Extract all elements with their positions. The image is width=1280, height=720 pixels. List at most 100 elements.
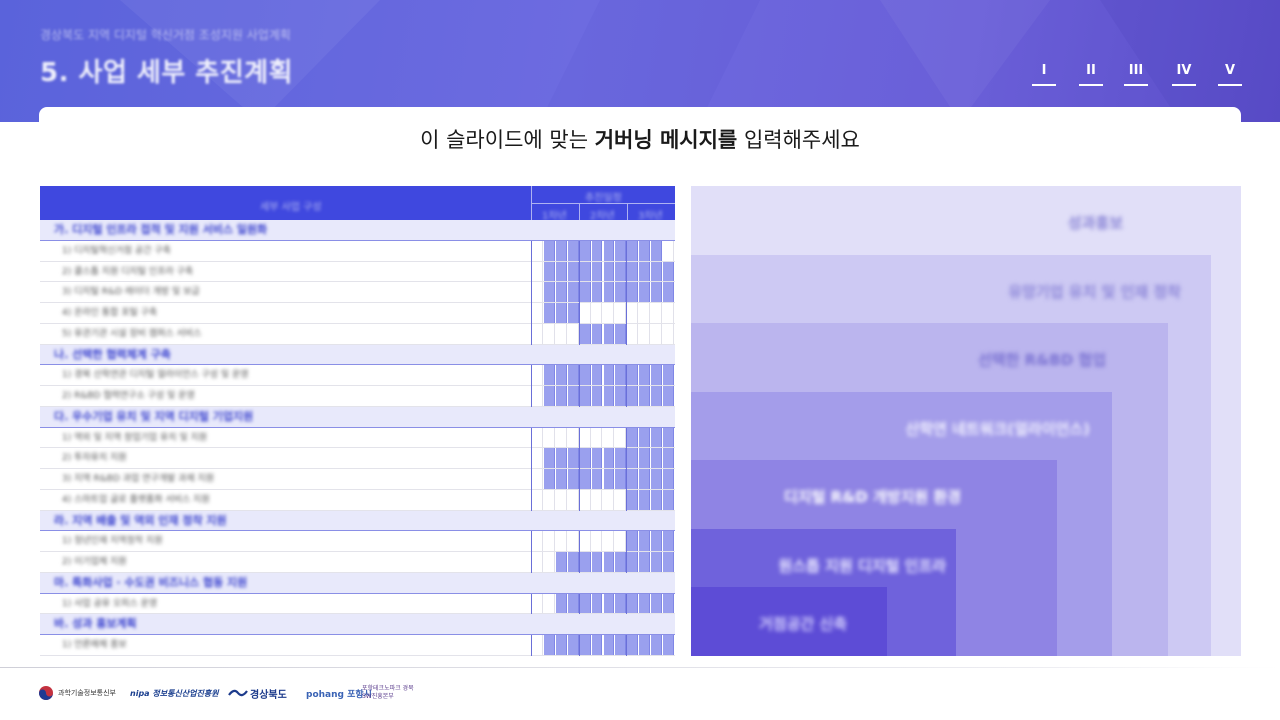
year-divider	[626, 282, 628, 304]
schedule-cell	[532, 323, 543, 344]
schedule-cell-active	[603, 261, 615, 282]
table-category-row: 나. 선택한 협력체계 구축	[40, 344, 675, 366]
schedule-cell-active	[651, 531, 663, 552]
schedule-cell-active	[591, 282, 603, 303]
schedule-cell-active	[663, 261, 674, 282]
table-row: 2) 투자유치 지원	[40, 448, 675, 470]
schedule-cell-active	[567, 240, 579, 261]
schedule-cell-active	[579, 593, 591, 614]
table-category-row: 다. 우수기업 유치 및 지역 디지털 기업지원	[40, 406, 675, 428]
schedule-cell-active	[651, 635, 663, 655]
schedule-cell-active	[651, 469, 663, 489]
schedule-cell	[532, 386, 543, 406]
table-category-row: 가. 디지털 인프라 접적 및 지원 서비스 일원화	[40, 220, 675, 241]
header-divider	[532, 203, 675, 204]
schedule-cell	[615, 489, 627, 510]
category-label: 나. 선택한 협력체계 구축	[54, 347, 171, 361]
schedule-cell-active	[639, 635, 651, 655]
schedule-cell-active	[567, 386, 579, 406]
nav-item-4[interactable]: IV	[1172, 63, 1196, 86]
schedule-cell-active	[579, 448, 591, 469]
schedule-cell	[567, 427, 579, 448]
nav-item-1[interactable]: I	[1032, 63, 1056, 86]
year-divider	[626, 261, 628, 283]
schedule-cell-active	[543, 469, 555, 489]
year-divider	[626, 386, 628, 407]
task-label: 2) 이기업체 지원	[62, 557, 127, 568]
ptp-logo-text: 포항테크노파크 경북SW진흥본부	[362, 685, 414, 700]
schedule-cell-active	[579, 261, 591, 282]
schedule-cell-active	[591, 240, 603, 261]
year-divider	[578, 282, 580, 304]
schedule-cell	[532, 593, 543, 614]
nav-underline	[1079, 84, 1103, 86]
schedule-cell-active	[543, 240, 555, 261]
nav-item-2[interactable]: II	[1079, 63, 1103, 86]
schedule-cell	[567, 531, 579, 552]
header-divider	[579, 203, 580, 220]
schedule-cell	[532, 448, 543, 469]
category-label: 라. 지역 배출 및 역외 인재 정착 지원	[54, 513, 227, 527]
gyeongbuk-logo-text: 경상북도	[250, 689, 287, 701]
governing-message[interactable]: 이 슬라이드에 맞는 거버닝 메시지를 입력해주세요	[0, 124, 1280, 154]
table-row: 1) 청년인재 지역정착 지원	[40, 531, 675, 553]
schedule-cell	[532, 469, 543, 489]
schedule-cell	[555, 531, 567, 552]
nav-item-3-label: III	[1128, 63, 1144, 78]
schedule-cell-active	[567, 282, 579, 303]
schedule-cell-active	[639, 489, 651, 510]
schedule-cell-active	[663, 386, 674, 406]
year-divider	[626, 593, 628, 615]
table-header-left: 세부 사업 구성	[260, 202, 322, 213]
schedule-cell-active	[639, 240, 651, 261]
nav-underline	[1172, 84, 1196, 86]
schedule-cell-active	[639, 427, 651, 448]
schedule-cell-active	[639, 593, 651, 614]
task-label: 3) 디지털 R&D 레이더 개방 및 보급	[62, 287, 200, 298]
schedule-cell-active	[555, 282, 567, 303]
nav-underline	[1218, 84, 1242, 86]
nav-item-2-label: II	[1086, 63, 1096, 78]
schedule-cell-active	[615, 261, 627, 282]
schedule-cell	[591, 531, 603, 552]
schedule-cell-active	[615, 386, 627, 406]
schedule-cell-active	[663, 635, 674, 655]
schedule-cell	[627, 303, 639, 323]
schedule-cell	[532, 365, 543, 386]
schedule-cell-active	[663, 448, 674, 469]
schedule-cell	[532, 240, 543, 261]
schedule-table: 세부 사업 구성 추진일정 1차년 2차년 3차년 가. 디지털 인프라 접적 …	[40, 186, 675, 656]
schedule-cell-active	[651, 240, 663, 261]
year-divider	[578, 240, 580, 262]
schedule-cell-active	[651, 261, 663, 282]
year-divider	[578, 531, 580, 553]
schedule-cell-active	[555, 261, 567, 282]
schedule-cell	[543, 427, 555, 448]
year-divider	[578, 448, 580, 470]
table-row: 1) 디지털혁신거점 공간 구축	[40, 240, 675, 262]
schedule-cell	[532, 303, 543, 323]
year-divider	[578, 635, 580, 656]
schedule-cell-active	[663, 552, 674, 572]
task-label: 1) 청년인재 지역정착 지원	[62, 536, 163, 547]
schedule-cell-active	[615, 282, 627, 303]
table-row: 3) 디지털 R&D 레이더 개방 및 보급	[40, 282, 675, 304]
table-category-row: 바. 성과 홍보계획	[40, 614, 675, 636]
task-label: 5) 유관기관 시설 장비 캠퍼스 서비스	[62, 328, 202, 339]
schedule-cell-active	[615, 469, 627, 489]
nav-item-4-label: IV	[1176, 63, 1192, 78]
schedule-cell-active	[591, 323, 603, 344]
schedule-cell-active	[591, 593, 603, 614]
schedule-cell	[532, 635, 543, 655]
table-header-group: 추진일정	[585, 193, 622, 204]
nav-item-5[interactable]: V	[1218, 63, 1242, 86]
schedule-cell	[567, 323, 579, 344]
breadcrumb: 경상북도 지역 디지털 혁신거점 조성지원 사업계획	[40, 28, 291, 42]
schedule-cell-active	[627, 552, 639, 572]
nav-item-3[interactable]: III	[1124, 63, 1148, 86]
schedule-cell-active	[651, 489, 663, 510]
schedule-cell	[579, 489, 591, 510]
schedule-cell-active	[567, 635, 579, 655]
schedule-cell	[603, 489, 615, 510]
schedule-cell-active	[567, 448, 579, 469]
